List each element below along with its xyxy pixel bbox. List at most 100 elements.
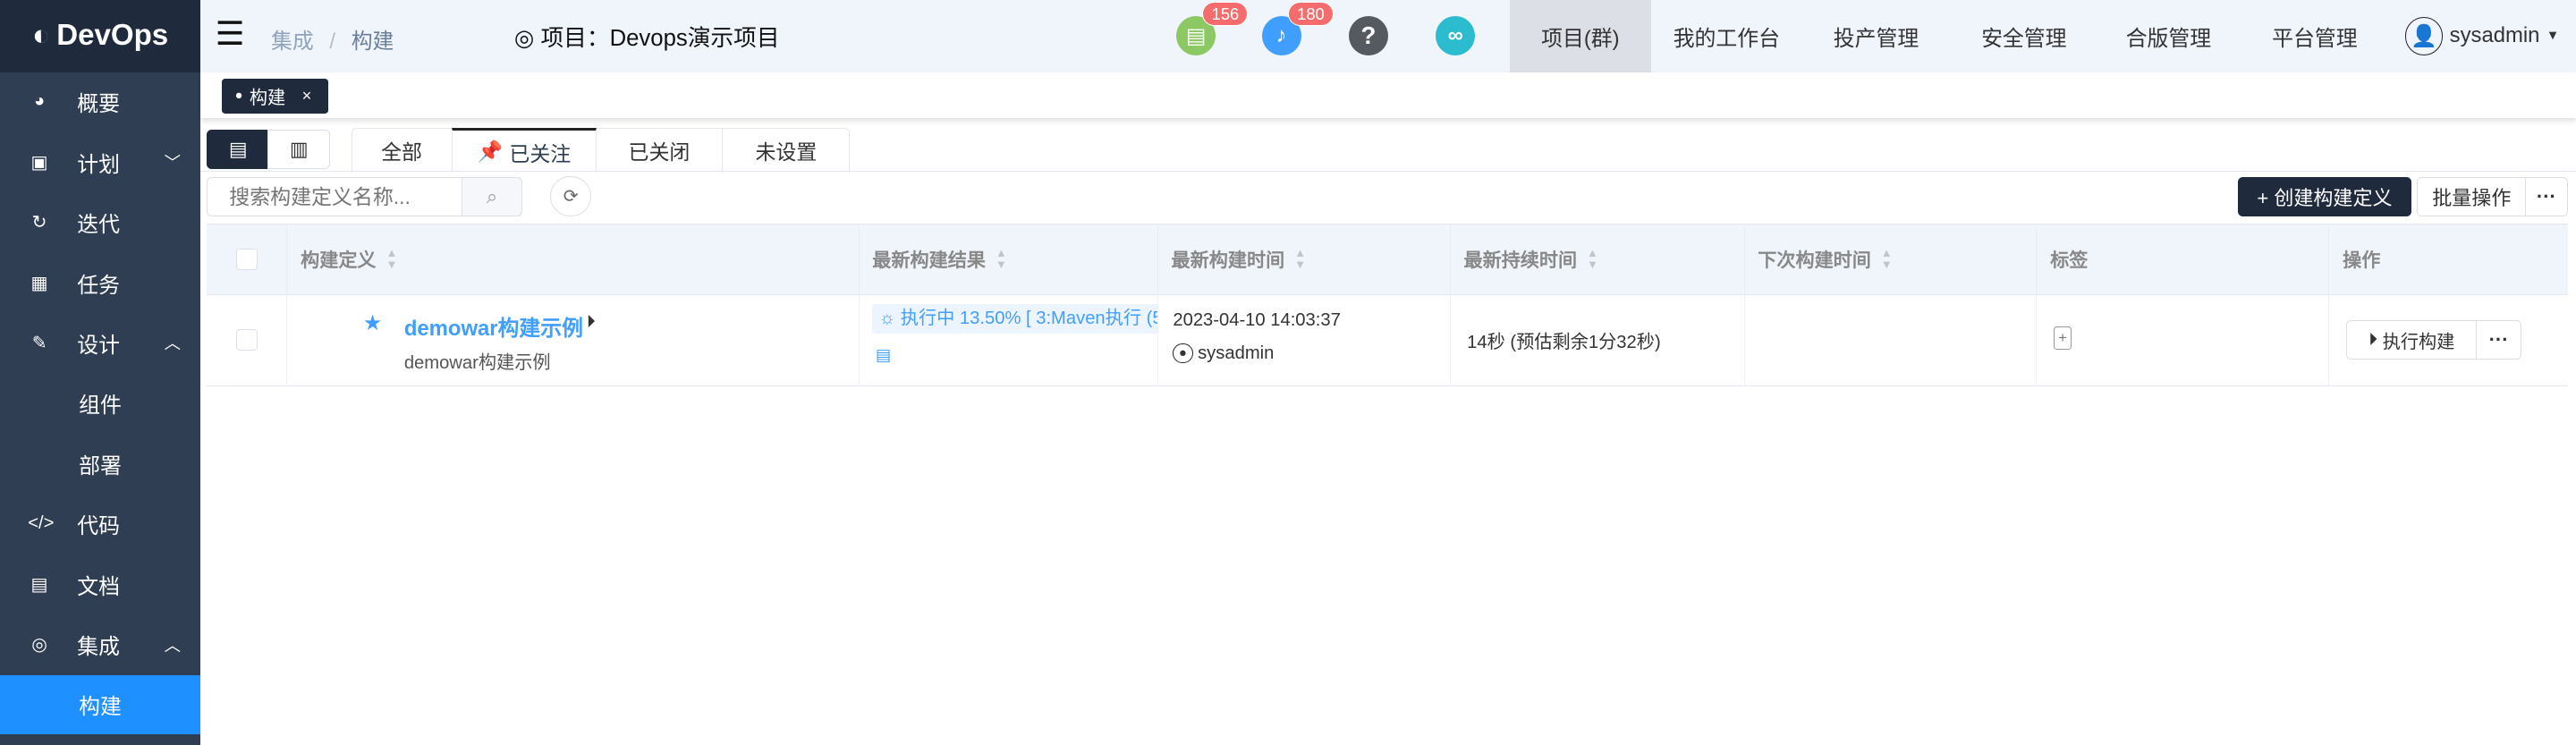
document-icon: ▤ — [30, 574, 48, 595]
nav-security[interactable]: 安全管理 — [1958, 0, 2089, 72]
project-title-text: 项目：Devops演示项目 — [540, 26, 780, 52]
nav-platform[interactable]: 平台管理 — [2248, 0, 2383, 72]
link-icon[interactable]: ∞ — [1436, 16, 1476, 56]
sidebar-item-label: 组件 — [79, 394, 122, 419]
sidebar-item[interactable]: 构建 — [0, 674, 201, 734]
top-header: ☰ 集成 / 构建 ◎ 项目：Devops演示项目 ▤ 156 ♪ 180 ? … — [200, 0, 2576, 73]
sidebar: ◐ DevOps ◕ 概要 ▣ 计划 ﹀ ↻ 迭代 ▦ 任务 ✎ 设计 ︿ 组件 部署 </> 代码 ▤ 文档 ◎ 集成… — [0, 0, 201, 745]
refresh-button[interactable]: ⟳ — [550, 175, 592, 217]
dot-icon: ● — [234, 89, 243, 104]
sidebar-item-label: 构建 — [79, 695, 122, 720]
add-tag-button[interactable]: + — [2053, 326, 2072, 351]
col-actions: 操作 — [2343, 250, 2381, 272]
sidebar-item-label: 迭代 — [77, 213, 121, 238]
star-icon[interactable]: ★ — [363, 310, 382, 336]
breadcrumb-separator: / — [329, 29, 336, 54]
row-select-cell — [207, 293, 288, 386]
username: sysadmin — [2449, 23, 2540, 48]
sidebar-item[interactable]: ✎ 设计 ︿ — [0, 313, 200, 372]
sidebar-item[interactable]: ▤ 文档 — [0, 555, 200, 614]
run-build-button[interactable]: ⏵ 执行构建 — [2345, 320, 2478, 360]
select-all-checkbox[interactable] — [235, 249, 258, 271]
breadcrumb-current: 构建 — [351, 29, 394, 54]
search-input[interactable] — [207, 177, 463, 217]
sidebar-item[interactable]: ↻ 迭代 — [0, 193, 200, 252]
row-more-button[interactable]: ··· — [2475, 320, 2522, 360]
user-icon: ● — [1173, 343, 1193, 364]
col-definition[interactable]: 构建定义 ▲ ▼ — [287, 224, 860, 294]
plan-icon: ▣ — [30, 152, 48, 173]
integration-icon: ◎ — [31, 635, 47, 656]
list-view-button[interactable]: ▤ — [207, 130, 270, 170]
nav-merge[interactable]: 合版管理 — [2103, 0, 2234, 72]
sidebar-item[interactable]: 组件 — [0, 374, 200, 433]
tab-unset[interactable]: 未设置 — [723, 128, 849, 173]
col-label: 构建定义 — [301, 250, 377, 272]
build-name-link[interactable]: demowar构建示例 — [404, 310, 583, 342]
chevron-up-icon[interactable]: ︿ — [165, 633, 181, 656]
batch-more-button[interactable]: ··· — [2525, 177, 2568, 217]
sort-icon: ▲ ▼ — [995, 246, 1007, 272]
row-checkbox[interactable] — [235, 329, 258, 351]
tab-label: 构建 — [249, 88, 286, 108]
sidebar-item-label: 任务 — [77, 273, 121, 298]
devops-logo-icon: ◐ — [31, 19, 50, 53]
sidebar-item-label: 代码 — [77, 514, 121, 539]
batch-operation-button[interactable]: 批量操作 — [2416, 177, 2527, 217]
sidebar-item-label: 部署 — [79, 453, 122, 478]
nav-production[interactable]: 投产管理 — [1810, 0, 1942, 72]
search-button[interactable]: ⌕ — [462, 177, 523, 217]
chevron-up-icon[interactable]: ︿ — [165, 331, 181, 354]
sidebar-item[interactable]: ▣ 计划 ﹀ — [0, 132, 200, 191]
sort-icon: ▲ ▼ — [1587, 246, 1598, 272]
project-title[interactable]: ◎ 项目：Devops演示项目 — [514, 20, 780, 53]
run-icon[interactable]: ⏵ — [587, 312, 596, 333]
select-all-cell — [207, 224, 288, 294]
sidebar-item[interactable]: ◕ 概要 — [0, 72, 200, 131]
avatar: 👤 — [2404, 17, 2444, 55]
col-latest-result[interactable]: 最新构建结果 ▲ ▼ — [860, 224, 1158, 294]
chevron-down-icon[interactable]: ﹀ — [165, 150, 181, 174]
hamburger-menu-icon[interactable]: ☰ — [216, 17, 245, 51]
build-description: demowar构建示例 — [403, 353, 551, 374]
help-icon[interactable]: ? — [1348, 16, 1388, 56]
sidebar-item-label: 计划 — [77, 152, 121, 177]
create-build-definition-button[interactable]: + 创建构建定义 — [2237, 177, 2412, 217]
build-time: 2023-04-10 14:03:37 — [1173, 310, 1341, 331]
sidebar-item-label: 设计 — [77, 333, 121, 358]
status-text: 执行中 13.50% [ 3:Maven执行 (5. — [900, 308, 1158, 328]
definition-cell: ★ demowar构建示例 ⏵ demowar构建示例 — [287, 293, 860, 386]
logo[interactable]: ◐ DevOps — [0, 0, 201, 72]
col-latest-time[interactable]: 最新构建时间 ▲ ▼ — [1158, 224, 1451, 294]
build-status-tag[interactable]: ☼ 执行中 13.50% [ 3:Maven执行 (5. — [872, 303, 1158, 334]
sidebar-item[interactable]: ◎ 集成 ︿ — [0, 614, 200, 673]
nav-workbench[interactable]: 我的工作台 — [1659, 0, 1794, 72]
col-label: 下次构建时间 — [1758, 250, 1871, 272]
tab-label: 已关注 — [509, 141, 572, 165]
refresh-icon: ⟳ — [563, 186, 579, 207]
sort-icon: ▲ ▼ — [1294, 246, 1306, 272]
time-cell: 2023-04-10 14:03:37 ● sysadmin — [1158, 293, 1451, 386]
breadcrumb-item[interactable]: 集成 — [271, 30, 314, 54]
user-menu[interactable]: 👤 sysadmin ▼ — [2404, 0, 2570, 72]
logo-text: DevOps — [56, 19, 169, 53]
col-next-time[interactable]: 下次构建时间 ▲ ▼ — [1745, 224, 2038, 294]
tab-all[interactable]: 全部 — [352, 128, 452, 173]
sidebar-item[interactable]: </> 代码 — [0, 495, 200, 554]
log-file-icon[interactable]: ▤ — [876, 345, 891, 365]
sidebar-item[interactable]: 部署 — [0, 434, 200, 493]
tab-closed[interactable]: 已关闭 — [597, 128, 724, 173]
nav-projects[interactable]: 项目(群) — [1509, 0, 1651, 72]
sort-icon: ▲ ▼ — [1880, 246, 1893, 272]
notifications-badge: 180 — [1287, 1, 1334, 27]
tab-followed[interactable]: 📌 已关注 — [452, 128, 597, 173]
search-icon: ⌕ — [486, 185, 498, 208]
open-tab-build[interactable]: ● 构建 × — [221, 79, 328, 114]
docs-badge: 156 — [1202, 1, 1249, 27]
task-icon: ▦ — [30, 273, 48, 293]
sidebar-item[interactable]: ▦ 任务 — [0, 253, 200, 312]
col-duration[interactable]: 最新持续时间 ▲ ▼ — [1451, 224, 1745, 294]
board-view-button[interactable]: ▥ — [267, 130, 331, 170]
close-icon[interactable]: × — [302, 86, 312, 106]
col-label: 最新持续时间 — [1463, 250, 1578, 272]
